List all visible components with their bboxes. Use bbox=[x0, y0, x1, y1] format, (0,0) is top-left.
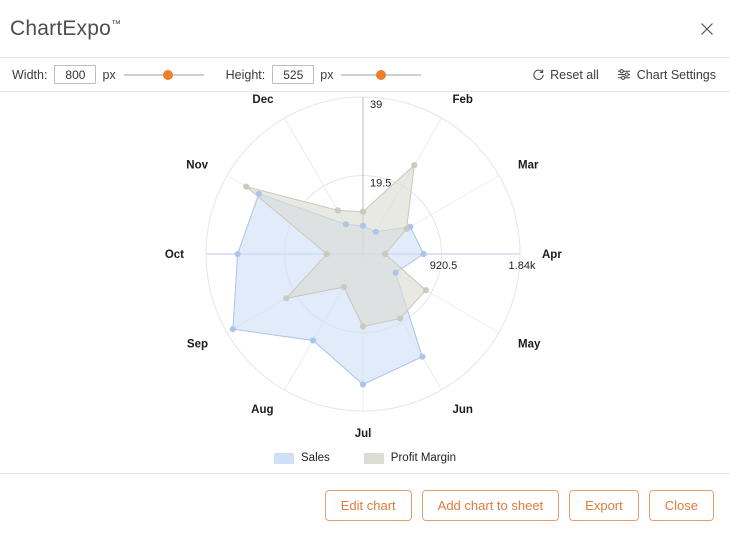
radar-category-label: Apr bbox=[542, 249, 562, 261]
radar-category-label: Aug bbox=[251, 404, 273, 416]
close-icon[interactable] bbox=[698, 20, 716, 38]
app-title-text: ChartExpo bbox=[10, 16, 112, 40]
radar-data-point[interactable] bbox=[334, 207, 341, 214]
chart-settings-label: Chart Settings bbox=[636, 67, 716, 82]
width-label: Width: bbox=[12, 67, 48, 82]
radar-data-point[interactable] bbox=[359, 381, 367, 388]
width-slider[interactable] bbox=[123, 68, 204, 82]
reset-all-button[interactable]: Reset all bbox=[532, 68, 599, 82]
add-chart-to-sheet-button[interactable]: Add chart to sheet bbox=[421, 490, 560, 521]
radar-data-point[interactable] bbox=[392, 269, 399, 276]
radar-data-point[interactable] bbox=[255, 190, 262, 197]
toolbar-actions: Reset all Chart Settings bbox=[532, 68, 716, 82]
radar-tick-label-profit-margin: 19.5 bbox=[370, 178, 391, 190]
radar-data-point[interactable] bbox=[403, 225, 410, 232]
reset-circular-arrow-icon bbox=[532, 68, 545, 81]
reset-all-label: Reset all bbox=[550, 67, 599, 82]
width-slider-thumb[interactable] bbox=[163, 69, 174, 80]
width-unit-label: px bbox=[102, 67, 116, 82]
radar-data-point[interactable] bbox=[419, 353, 426, 360]
radar-category-label: Jul bbox=[355, 428, 372, 440]
sliders-icon bbox=[617, 68, 632, 81]
radar-category-label: Sep bbox=[187, 339, 208, 351]
radar-data-point[interactable] bbox=[229, 326, 236, 333]
legend-item[interactable]: Sales bbox=[274, 452, 330, 464]
radar-data-point[interactable] bbox=[234, 250, 241, 258]
radar-tick-label-sales: 1.84k bbox=[509, 260, 536, 272]
legend-item[interactable]: Profit Margin bbox=[363, 452, 456, 464]
radar-data-point[interactable] bbox=[397, 315, 404, 322]
radar-data-point[interactable] bbox=[323, 250, 330, 258]
chart-size-toolbar: Width: px Height: px Reset all bbox=[0, 57, 730, 92]
radar-category-label: Feb bbox=[453, 94, 473, 106]
width-control-group: Width: px bbox=[12, 65, 226, 84]
dialog-footer: Edit chart Add chart to sheet Export Close bbox=[0, 473, 730, 537]
radar-data-point[interactable] bbox=[359, 323, 367, 330]
radar-data-point[interactable] bbox=[342, 221, 349, 228]
radar-tick-label-sales: 920.5 bbox=[430, 260, 458, 272]
legend-swatch bbox=[363, 452, 384, 464]
radar-category-label: Jun bbox=[453, 404, 473, 416]
radar-data-point[interactable] bbox=[359, 222, 367, 229]
radar-category-label: Mar bbox=[518, 160, 539, 172]
export-button[interactable]: Export bbox=[569, 490, 639, 521]
height-slider[interactable] bbox=[341, 68, 422, 82]
radar-data-point[interactable] bbox=[243, 183, 250, 190]
radar-data-point[interactable] bbox=[310, 337, 317, 344]
radar-category-label: Dec bbox=[252, 94, 274, 106]
legend-item-label: Profit Margin bbox=[390, 452, 456, 464]
height-input[interactable] bbox=[272, 65, 315, 84]
chart-settings-button[interactable]: Chart Settings bbox=[617, 68, 716, 82]
radar-data-point[interactable] bbox=[382, 250, 389, 258]
radar-category-label: Nov bbox=[186, 160, 208, 172]
close-button[interactable]: Close bbox=[648, 490, 714, 521]
chart-legend: Sales Profit Margin bbox=[0, 452, 730, 464]
height-label: Height: bbox=[225, 67, 266, 82]
radar-data-point[interactable] bbox=[340, 284, 347, 291]
radar-data-point[interactable] bbox=[420, 250, 427, 258]
legend-swatch bbox=[274, 452, 295, 464]
radar-category-label: May bbox=[518, 339, 541, 351]
radar-chart-container: JanFebMarAprMayJunJulAugSepOctNovDec19.5… bbox=[0, 92, 730, 475]
trademark-symbol: ™ bbox=[111, 18, 122, 30]
radar-data-point[interactable] bbox=[411, 162, 418, 169]
radar-tick-label-profit-margin: 39 bbox=[370, 99, 382, 111]
width-input[interactable] bbox=[54, 65, 97, 84]
window-header: ChartExpo™ bbox=[0, 0, 730, 57]
height-control-group: Height: px bbox=[226, 65, 444, 84]
radar-category-label: Oct bbox=[165, 249, 184, 261]
radar-data-point[interactable] bbox=[359, 208, 367, 215]
radar-data-point[interactable] bbox=[372, 228, 379, 235]
legend-item-label: Sales bbox=[301, 452, 330, 464]
radar-chart[interactable]: JanFebMarAprMayJunJulAugSepOctNovDec19.5… bbox=[0, 92, 730, 475]
radar-data-point[interactable] bbox=[283, 295, 290, 302]
page-title: ChartExpo™ bbox=[10, 17, 121, 41]
edit-chart-button[interactable]: Edit chart bbox=[324, 490, 412, 521]
height-unit-label: px bbox=[320, 67, 334, 82]
radar-data-point[interactable] bbox=[422, 287, 429, 294]
height-slider-thumb[interactable] bbox=[376, 69, 387, 80]
